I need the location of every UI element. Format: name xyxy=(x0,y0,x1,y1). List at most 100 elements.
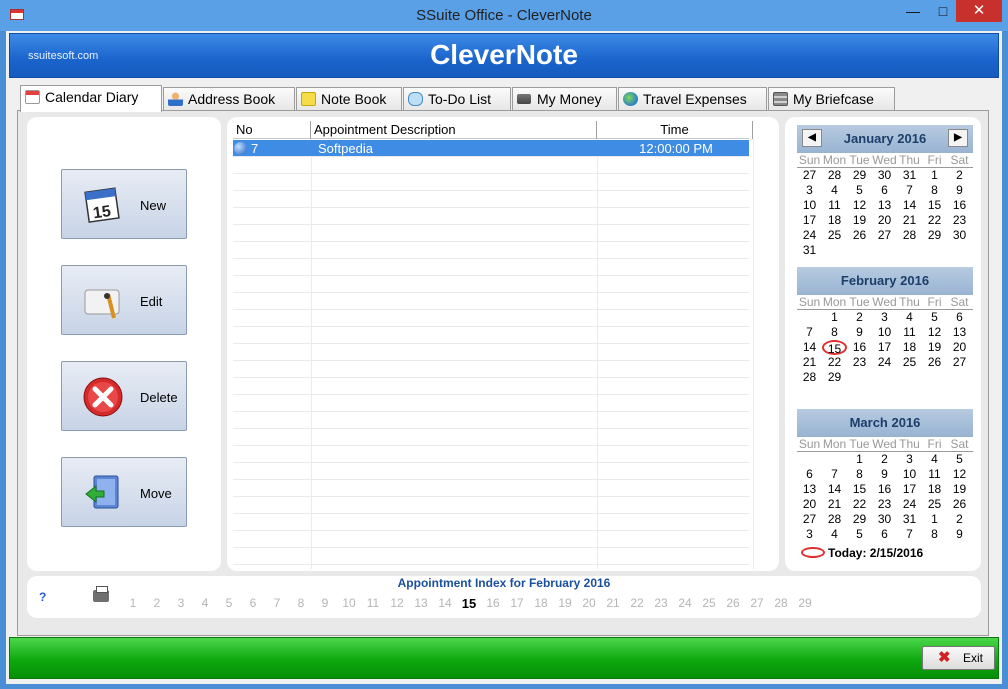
calendar-day[interactable]: 13 xyxy=(872,198,897,213)
tab-my-money[interactable]: My Money xyxy=(512,87,617,111)
calendar-day[interactable]: 24 xyxy=(897,497,922,512)
index-day[interactable]: 8 xyxy=(289,596,313,611)
calendar-day[interactable]: 10 xyxy=(897,467,922,482)
calendar-day[interactable]: 30 xyxy=(872,512,897,527)
calendar-day[interactable]: 24 xyxy=(872,355,897,370)
calendar-day[interactable]: 13 xyxy=(947,325,972,340)
calendar-day[interactable]: 5 xyxy=(947,452,972,467)
index-day[interactable]: 10 xyxy=(337,596,361,611)
tab-calendar-diary[interactable]: Calendar Diary xyxy=(20,85,162,112)
calendar-day[interactable]: 25 xyxy=(922,497,947,512)
calendar-day[interactable]: 1 xyxy=(822,310,847,325)
calendar-day[interactable]: 5 xyxy=(847,527,872,542)
calendar-day[interactable]: 30 xyxy=(947,228,972,243)
calendar-day[interactable]: 21 xyxy=(822,497,847,512)
minimize-button[interactable]: — xyxy=(898,0,928,22)
index-day[interactable]: 5 xyxy=(217,596,241,611)
index-day[interactable]: 22 xyxy=(625,596,649,611)
column-header-time[interactable]: Time xyxy=(597,121,753,139)
calendar-day[interactable]: 6 xyxy=(947,310,972,325)
index-day[interactable]: 3 xyxy=(169,596,193,611)
calendar-day[interactable]: 27 xyxy=(797,168,822,183)
calendar-day[interactable]: 7 xyxy=(897,183,922,198)
calendar-day[interactable]: 28 xyxy=(822,168,847,183)
calendar-day[interactable]: 4 xyxy=(822,183,847,198)
calendar-day[interactable]: 3 xyxy=(797,183,822,198)
calendar-day[interactable]: 17 xyxy=(872,340,897,355)
maximize-button[interactable]: □ xyxy=(928,0,958,22)
calendar-day[interactable]: 14 xyxy=(797,340,822,355)
calendar-day[interactable]: 31 xyxy=(797,243,822,258)
calendar-day[interactable]: 27 xyxy=(947,355,972,370)
index-day[interactable]: 27 xyxy=(745,596,769,611)
index-day[interactable]: 4 xyxy=(193,596,217,611)
tab-travel-expenses[interactable]: Travel Expenses xyxy=(618,87,767,111)
calendar-day[interactable]: 8 xyxy=(822,325,847,340)
index-day[interactable]: 1 xyxy=(121,596,145,611)
calendar-day[interactable]: 3 xyxy=(897,452,922,467)
calendar-day[interactable]: 1 xyxy=(847,452,872,467)
calendar-day[interactable]: 25 xyxy=(822,228,847,243)
calendar-day[interactable]: 22 xyxy=(822,355,847,370)
calendar-day[interactable]: 9 xyxy=(947,527,972,542)
calendar-day[interactable]: 13 xyxy=(797,482,822,497)
calendar-day[interactable]: 28 xyxy=(897,228,922,243)
calendar-day[interactable]: 9 xyxy=(872,467,897,482)
calendar-day[interactable]: 3 xyxy=(872,310,897,325)
calendar-day[interactable]: 24 xyxy=(797,228,822,243)
calendar-day[interactable]: 11 xyxy=(822,198,847,213)
calendar-day[interactable]: 8 xyxy=(922,183,947,198)
calendar-day[interactable]: 8 xyxy=(922,527,947,542)
delete-button[interactable]: Delete xyxy=(61,361,187,431)
tab-my-briefcase[interactable]: My Briefcase xyxy=(768,87,895,111)
index-day[interactable]: 14 xyxy=(433,596,457,611)
close-button[interactable]: ✕ xyxy=(956,0,1002,22)
calendar-day[interactable]: 3 xyxy=(797,527,822,542)
calendar-day[interactable]: 26 xyxy=(847,228,872,243)
help-icon[interactable]: ? xyxy=(39,590,46,604)
calendar-day[interactable]: 6 xyxy=(872,183,897,198)
calendar-day[interactable]: 17 xyxy=(797,213,822,228)
index-day[interactable]: 13 xyxy=(409,596,433,611)
calendar-day[interactable]: 17 xyxy=(897,482,922,497)
move-button[interactable]: Move xyxy=(61,457,187,527)
index-day[interactable]: 17 xyxy=(505,596,529,611)
calendar-day[interactable]: 19 xyxy=(947,482,972,497)
calendar-day[interactable]: 22 xyxy=(847,497,872,512)
index-day[interactable]: 9 xyxy=(313,596,337,611)
tab-address-book[interactable]: Address Book xyxy=(163,87,295,111)
calendar-day[interactable]: 27 xyxy=(872,228,897,243)
calendar-day[interactable]: 6 xyxy=(797,467,822,482)
new-button[interactable]: 15 New xyxy=(61,169,187,239)
index-day[interactable]: 25 xyxy=(697,596,721,611)
calendar-day[interactable]: 23 xyxy=(872,497,897,512)
calendar-day[interactable]: 29 xyxy=(847,168,872,183)
calendar-day[interactable]: 7 xyxy=(797,325,822,340)
calendar-day[interactable]: 20 xyxy=(872,213,897,228)
calendar-day[interactable]: 23 xyxy=(947,213,972,228)
calendar-day[interactable]: 2 xyxy=(947,512,972,527)
calendar-day[interactable]: 4 xyxy=(822,527,847,542)
calendar-day[interactable]: 29 xyxy=(822,370,847,385)
calendar-day[interactable]: 1 xyxy=(922,512,947,527)
calendar-day[interactable]: 15 xyxy=(847,482,872,497)
calendar-day[interactable]: 14 xyxy=(897,198,922,213)
calendar-day[interactable]: 2 xyxy=(872,452,897,467)
calendar-day[interactable]: 11 xyxy=(922,467,947,482)
calendar-day[interactable]: 14 xyxy=(822,482,847,497)
calendar-day[interactable]: 4 xyxy=(897,310,922,325)
index-day[interactable]: 15 xyxy=(457,596,481,611)
prev-month-button[interactable]: ◀ xyxy=(802,129,822,147)
calendar-day[interactable]: 2 xyxy=(847,310,872,325)
index-day[interactable]: 23 xyxy=(649,596,673,611)
exit-button[interactable]: ✖ Exit xyxy=(922,646,995,670)
calendar-day[interactable]: 2 xyxy=(947,168,972,183)
calendar-day[interactable]: 10 xyxy=(797,198,822,213)
calendar-day[interactable]: 16 xyxy=(847,340,872,355)
calendar-day[interactable]: 7 xyxy=(822,467,847,482)
calendar-day[interactable]: 29 xyxy=(847,512,872,527)
tab-to-do-list[interactable]: To-Do List xyxy=(403,87,511,111)
calendar-day[interactable]: 18 xyxy=(897,340,922,355)
calendar-day[interactable]: 26 xyxy=(947,497,972,512)
calendar-day[interactable]: 29 xyxy=(922,228,947,243)
